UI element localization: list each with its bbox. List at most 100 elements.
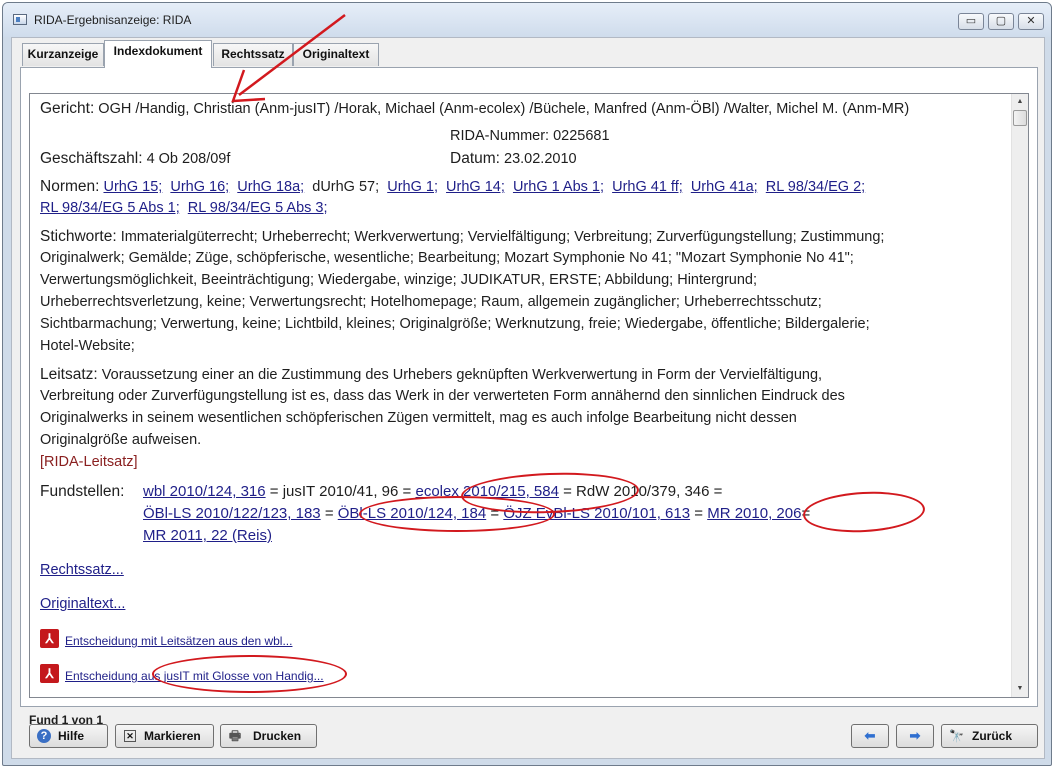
leitsatz-line-1: Leitsatz: Voraussetzung einer an die Zus…: [40, 366, 822, 384]
pdf-icon[interactable]: ⅄: [40, 664, 59, 683]
leitsatz-label: Leitsatz:: [40, 366, 98, 383]
originaltext-link[interactable]: Originaltext...: [40, 596, 125, 612]
scroll-down-icon[interactable]: ▼: [1012, 681, 1028, 697]
client-area: Kurzanzeige Indexdokument Rechtssatz Ori…: [11, 37, 1045, 759]
norm-link[interactable]: UrhG 15;: [103, 179, 162, 195]
normen-row-2: RL 98/34/EG 5 Abs 1; RL 98/34/EG 5 Abs 3…: [40, 200, 328, 216]
markieren-button[interactable]: ✕ Markieren: [115, 724, 214, 748]
pdf-icon[interactable]: ⅄: [40, 629, 59, 648]
norm-link[interactable]: UrhG 16;: [170, 179, 229, 195]
help-icon: ?: [37, 729, 51, 743]
tab-originaltext[interactable]: Originaltext: [293, 43, 379, 66]
norm-link[interactable]: UrhG 1 Abs 1;: [513, 179, 604, 195]
norm-text: dUrhG 57;: [312, 179, 380, 195]
maximize-button[interactable]: ▢: [988, 13, 1014, 30]
datum-value: 23.02.2010: [504, 151, 577, 167]
leitsatz-line: Originalwerks in seinem wesentlichen sch…: [40, 410, 797, 426]
stichworte-text: Immaterialgüterrecht; Urheberrecht; Werk…: [120, 229, 885, 245]
stichworte-line: Hotel-Website;: [40, 338, 135, 354]
equals-sign: =: [694, 505, 704, 522]
fundstelle-text: RdW 2010/379, 346: [576, 483, 710, 500]
arrow-left-icon: ⬅: [864, 728, 876, 743]
stichworte-label: Stichworte:: [40, 228, 117, 245]
scroll-thumb[interactable]: [1013, 110, 1027, 126]
document-content: Gericht: OGH /Handig, Christian (Anm-jus…: [30, 94, 1012, 697]
leitsatz-line: Verbreitung oder Zurverfügungstellung is…: [40, 388, 845, 404]
title-bar[interactable]: RIDA-Ergebnisanzeige: RIDA ▭ ▢ ✕: [3, 3, 1051, 37]
tab-rechtssatz[interactable]: Rechtssatz: [213, 43, 293, 66]
equals-sign: =: [324, 505, 334, 522]
equals-sign: =: [402, 483, 412, 500]
fundstelle-link[interactable]: ÖBl-LS 2010/122/123, 183: [143, 505, 321, 522]
normen-label: Normen:: [40, 178, 100, 195]
leitsatz-line: Originalgröße aufweisen.: [40, 432, 202, 448]
rida-nummer: RIDA-Nummer: 0225681: [450, 128, 610, 144]
geschaeftszahl-value: 4 Ob 208/09f: [146, 151, 231, 167]
markieren-label: Markieren: [144, 729, 201, 743]
tab-panel: Gericht: OGH /Handig, Christian (Anm-jus…: [20, 67, 1038, 707]
stichworte-line: Urheberrechtsverletzung, keine; Verwertu…: [40, 294, 822, 310]
hilfe-button[interactable]: ? Hilfe: [29, 724, 108, 748]
minimize-button[interactable]: ▭: [958, 13, 984, 30]
fundstellen-line-1: wbl 2010/124, 316 = jusIT 2010/41, 96 = …: [143, 483, 722, 500]
zurueck-label: Zurück: [972, 729, 1013, 743]
norm-link[interactable]: RL 98/34/EG 5 Abs 3;: [188, 200, 328, 216]
app-icon: [13, 14, 27, 25]
zurueck-button[interactable]: 🔭 Zurück: [941, 724, 1038, 748]
equals-sign: =: [801, 505, 811, 522]
fundstelle-link[interactable]: ÖJZ EvBl-LS 2010/101, 613: [503, 505, 690, 522]
app-window: RIDA-Ergebnisanzeige: RIDA ▭ ▢ ✕ Kurzanz…: [2, 2, 1052, 766]
pdf-link-wbl[interactable]: Entscheidung mit Leitsätzen aus den wbl.…: [65, 634, 292, 648]
vertical-scrollbar[interactable]: ▲ ▼: [1011, 94, 1028, 697]
datum-label: Datum:: [450, 150, 500, 167]
fundstellen-label: Fundstellen:: [40, 483, 125, 500]
close-button[interactable]: ✕: [1018, 13, 1044, 30]
window-title: RIDA-Ergebnisanzeige: RIDA: [34, 13, 192, 27]
stichworte-line: Verwertungsmöglichkeit, Beeinträchtigung…: [40, 272, 758, 288]
fundstelle-link[interactable]: ecolex 2010/215, 584: [415, 483, 558, 500]
equals-sign: =: [713, 483, 723, 500]
equals-sign: =: [490, 505, 500, 522]
printer-icon: 🖶: [228, 728, 242, 743]
checkbox-icon: ✕: [124, 730, 136, 742]
normen-row: Normen: UrhG 15; UrhG 16; UrhG 18a; dUrh…: [40, 178, 865, 196]
back-button[interactable]: ⬅: [851, 724, 889, 748]
norm-link[interactable]: RL 98/34/EG 2;: [766, 179, 865, 195]
norm-link[interactable]: UrhG 41 ff;: [612, 179, 683, 195]
rida-leitsatz-tag: [RIDA-Leitsatz]: [40, 454, 138, 470]
geschaeftszahl-label: Geschäftszahl:: [40, 150, 143, 167]
drucken-button[interactable]: 🖶 Drucken: [220, 724, 317, 748]
datum-row: Datum: 23.02.2010: [450, 150, 577, 168]
geschaeftszahl-row: Geschäftszahl: 4 Ob 208/09f: [40, 150, 230, 168]
document-view: Gericht: OGH /Handig, Christian (Anm-jus…: [29, 93, 1029, 698]
stichworte-line: Sichtbarmachung; Verwertung, keine; Lich…: [40, 316, 870, 332]
norm-link[interactable]: RL 98/34/EG 5 Abs 1;: [40, 200, 180, 216]
stichworte-line: Originalwerk; Gemälde; Züge, schöpferisc…: [40, 250, 854, 266]
rechtssatz-link[interactable]: Rechtssatz...: [40, 562, 124, 578]
fundstelle-text: jusIT 2010/41, 96: [282, 483, 399, 500]
annotation-ellipse: [802, 488, 926, 536]
norm-link[interactable]: UrhG 18a;: [237, 179, 304, 195]
pdf-link-jusit[interactable]: Entscheidung aus jusIT mit Glosse von Ha…: [65, 669, 324, 683]
leitsatz-text: Voraussetzung einer an die Zustimmung de…: [101, 367, 823, 383]
gericht-value: OGH /Handig, Christian (Anm-jusIT) /Hora…: [98, 101, 910, 117]
fundstelle-link[interactable]: wbl 2010/124, 316: [143, 483, 266, 500]
drucken-label: Drucken: [253, 729, 302, 743]
norm-link[interactable]: UrhG 41a;: [691, 179, 758, 195]
norm-link[interactable]: UrhG 1;: [387, 179, 438, 195]
norm-link[interactable]: UrhG 14;: [446, 179, 505, 195]
arrow-right-icon: ➡: [909, 728, 921, 743]
scroll-up-icon[interactable]: ▲: [1012, 94, 1028, 110]
stichworte-line-1: Stichworte: Immaterialgüterrecht; Urhebe…: [40, 228, 884, 246]
hilfe-label: Hilfe: [58, 729, 85, 743]
fundstelle-link[interactable]: MR 2011, 22 (Reis): [143, 527, 272, 544]
forward-button[interactable]: ➡: [896, 724, 934, 748]
binoculars-icon: 🔭: [949, 729, 964, 743]
gericht-row: Gericht: OGH /Handig, Christian (Anm-jus…: [40, 100, 909, 118]
tab-kurzanzeige[interactable]: Kurzanzeige: [22, 43, 104, 66]
fundstellen-line-2: ÖBl-LS 2010/122/123, 183 = ÖBl-LS 2010/1…: [143, 505, 810, 522]
fundstelle-link[interactable]: MR 2010, 206: [707, 505, 801, 522]
fundstelle-link[interactable]: ÖBl-LS 2010/124, 184: [338, 505, 486, 522]
tab-indexdokument[interactable]: Indexdokument: [104, 40, 212, 68]
equals-sign: =: [269, 483, 279, 500]
